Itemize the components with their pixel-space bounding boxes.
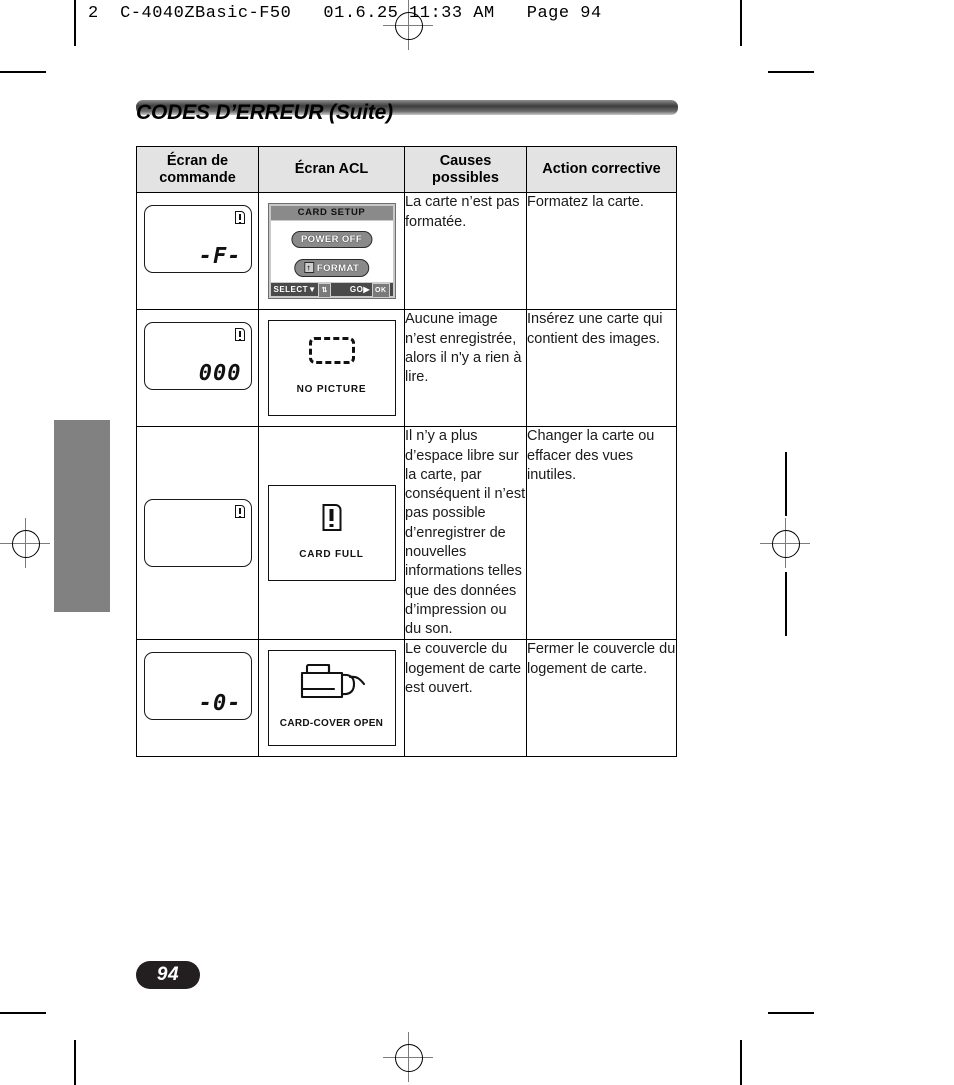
crop-mark-top-left-horizontal: [0, 71, 46, 73]
card-error-icon: [234, 328, 245, 342]
format-badge-icon: ↑: [303, 262, 314, 274]
crop-mark-bottom-left-horizontal: [0, 1012, 46, 1014]
page-title-text: CODES D’ERREUR (Suite): [136, 101, 393, 124]
action-cell: Formatez la carte.: [526, 192, 677, 311]
arrow-right-icon: ▶: [363, 285, 370, 295]
footer-go-label: GO: [349, 285, 364, 295]
running-header: 2 C-4040ZBasic-F50 01.6.25 11:33 AM Page…: [88, 4, 602, 23]
cause-cell: La carte n’est pas formatée.: [404, 192, 527, 311]
footer-go-hint: GO▶ OK: [349, 283, 390, 299]
format-option[interactable]: ↑ FORMAT: [293, 259, 370, 278]
cause-cell: Il n’y a plus d’espace libre sur la cart…: [404, 426, 527, 641]
column-header-lcd-monitor: Écran ACL: [258, 145, 405, 194]
card-error-icon: [234, 211, 245, 225]
table-row: -0- CARD-COVER OPEN Le couvercle du loge…: [136, 639, 677, 758]
control-panel-display: 000: [143, 322, 252, 391]
card-setup-footer: SELECT▼ ⇅ GO▶ OK: [270, 283, 393, 299]
lcd-card-setup-screen: CARD SETUP POWER OFF ↑ FORMAT SELECT▼ ⇅ GO…: [267, 203, 396, 300]
segment-display-value: -F-: [198, 244, 242, 270]
registration-mark-right: [760, 518, 810, 568]
column-header-causes: Causes possibles: [404, 145, 527, 194]
power-off-option[interactable]: POWER OFF: [290, 231, 373, 249]
dashed-image-frame-icon: [308, 337, 355, 365]
registration-circle: [12, 530, 40, 558]
action-cell: Changer la carte ou effacer des vues inu…: [526, 426, 677, 641]
control-panel-display: -F-: [143, 205, 252, 274]
error-codes-table: Écran de commande Écran ACL Causes possi…: [136, 145, 677, 758]
format-option-label: FORMAT: [316, 263, 360, 275]
lcd-message-label: CARD-COVER OPEN: [279, 718, 384, 730]
action-cell: Insérez une carte qui contient des image…: [526, 309, 677, 428]
table-row: CARD FULL Il n’y a plus d’espace libre s…: [136, 426, 677, 641]
registration-circle: [772, 530, 800, 558]
control-panel-display: -0-: [143, 652, 252, 721]
column-header-control-panel: Écran de commande: [136, 145, 259, 194]
footer-select-label: SELECT: [273, 285, 309, 295]
table-row: 000 NO PICTURE Aucune image n’est enregi…: [136, 309, 677, 428]
cause-cell: Le couvercle du logement de carte est ou…: [404, 639, 527, 758]
jog-dial-icon: ⇅: [318, 283, 331, 299]
cause-cell: Aucune image n’est enregistrée, alors il…: [404, 309, 527, 428]
lcd-message-label: CARD FULL: [299, 549, 364, 561]
registration-mark-left: [0, 518, 50, 568]
lcd-monitor-cell: CARD SETUP POWER OFF ↑ FORMAT SELECT▼ ⇅ GO…: [258, 192, 405, 311]
control-panel-cell: 000: [136, 309, 259, 428]
registration-circle: [395, 1044, 423, 1072]
page-title: CODES D’ERREUR (Suite): [136, 100, 678, 124]
segment-display-value: 000: [198, 361, 242, 387]
card-warning-icon: [322, 504, 341, 532]
crop-mark-bottom-left-vertical: [74, 1040, 76, 1085]
control-panel-cell: [136, 426, 259, 641]
arrow-down-icon: ▼: [308, 285, 317, 295]
page-number-badge: 94: [136, 961, 200, 989]
card-setup-title: CARD SETUP: [270, 206, 393, 221]
camera-icon: [294, 661, 370, 712]
footer-select-hint: SELECT▼ ⇅: [273, 283, 331, 299]
ok-key-icon: OK: [372, 283, 390, 299]
lcd-card-full-screen: CARD FULL: [267, 485, 396, 582]
crop-mark-right-lower: [785, 572, 787, 636]
table-header-row: Écran de commande Écran ACL Causes possi…: [136, 145, 677, 194]
control-panel-cell: -F-: [136, 192, 259, 311]
control-panel-cell: -0-: [136, 639, 259, 758]
table-row: -F- CARD SETUP POWER OFF ↑ FORMAT SELECT▼…: [136, 192, 677, 311]
lcd-message-label: NO PICTURE: [296, 384, 367, 396]
control-panel-display: [143, 499, 252, 568]
column-header-action: Action corrective: [526, 145, 677, 194]
lcd-monitor-cell: CARD-COVER OPEN: [258, 639, 405, 758]
crop-mark-top-left-vertical: [74, 0, 76, 46]
registration-mark-bottom: [383, 1032, 433, 1082]
lcd-no-picture-screen: NO PICTURE: [267, 320, 396, 417]
crop-mark-bottom-right-vertical: [740, 1040, 742, 1085]
chapter-thumb-tab: [54, 420, 110, 612]
crop-mark-right-upper: [785, 452, 787, 516]
lcd-monitor-cell: NO PICTURE: [258, 309, 405, 428]
card-setup-body: POWER OFF ↑ FORMAT: [270, 221, 393, 283]
lcd-monitor-cell: CARD FULL: [258, 426, 405, 641]
action-cell: Fermer le couvercle du logement de carte…: [526, 639, 677, 758]
crop-mark-top-right-vertical: [740, 0, 742, 46]
crop-mark-bottom-right-horizontal: [768, 1012, 814, 1014]
segment-display-value: -0-: [198, 691, 242, 717]
crop-mark-top-right-horizontal: [768, 71, 814, 73]
card-error-icon: [234, 505, 245, 519]
lcd-card-cover-open-screen: CARD-COVER OPEN: [267, 650, 396, 747]
